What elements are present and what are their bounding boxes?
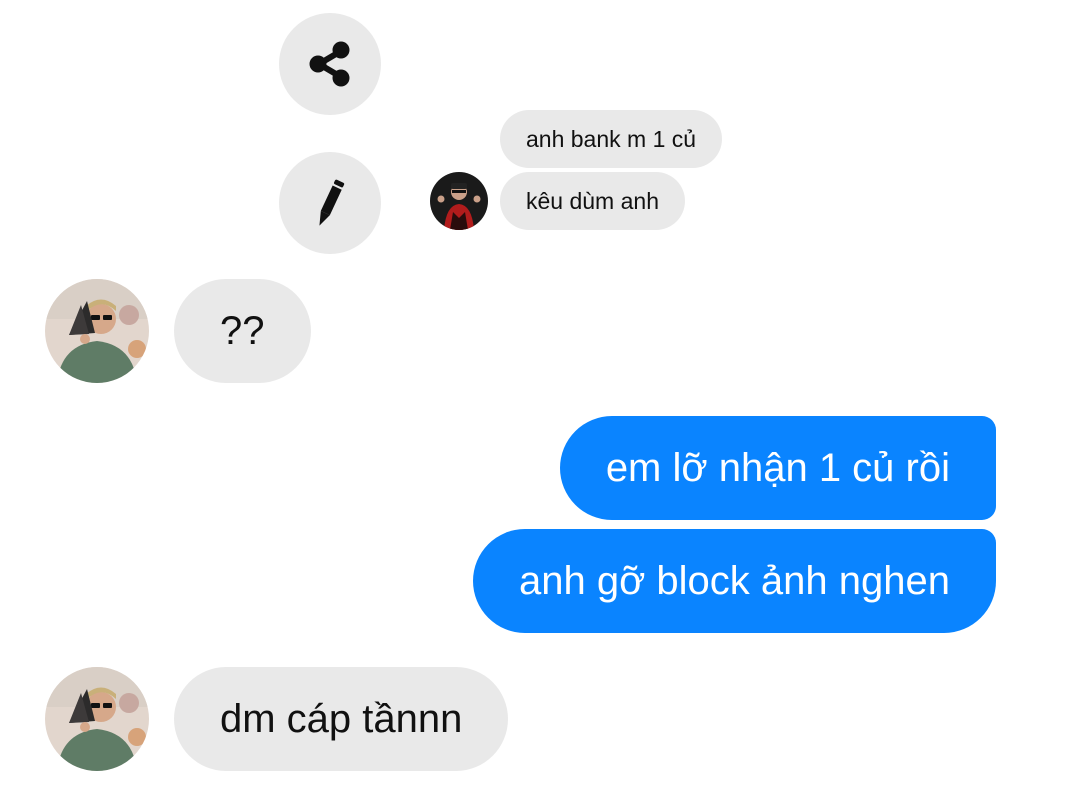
- sender-avatar-small[interactable]: [430, 172, 488, 230]
- message-bubble-outgoing[interactable]: em lỡ nhận 1 củ rồi: [559, 416, 996, 520]
- quoted-message-bubble[interactable]: anh bank m 1 củ: [500, 110, 723, 168]
- message-text: kêu dùm anh: [526, 187, 659, 214]
- contact-avatar[interactable]: [45, 667, 149, 771]
- message-text: anh bank m 1 củ: [526, 125, 697, 152]
- message-bubble-outgoing[interactable]: anh gỡ block ảnh nghen: [472, 529, 996, 633]
- quoted-message-bubble[interactable]: kêu dùm anh: [500, 172, 685, 230]
- pencil-icon: [304, 175, 356, 231]
- edit-button[interactable]: [279, 152, 381, 254]
- message-text: anh gỡ block ảnh nghen: [518, 558, 950, 603]
- message-bubble-incoming[interactable]: ??: [174, 279, 311, 383]
- contact-avatar[interactable]: [45, 279, 149, 383]
- message-text: dm cáp tầnnn: [220, 696, 463, 741]
- share-button[interactable]: [279, 13, 381, 115]
- message-bubble-incoming[interactable]: dm cáp tầnnn: [174, 667, 509, 771]
- message-text: ??: [220, 308, 265, 353]
- message-text: em lỡ nhận 1 củ rồi: [605, 445, 950, 490]
- share-icon: [304, 38, 356, 90]
